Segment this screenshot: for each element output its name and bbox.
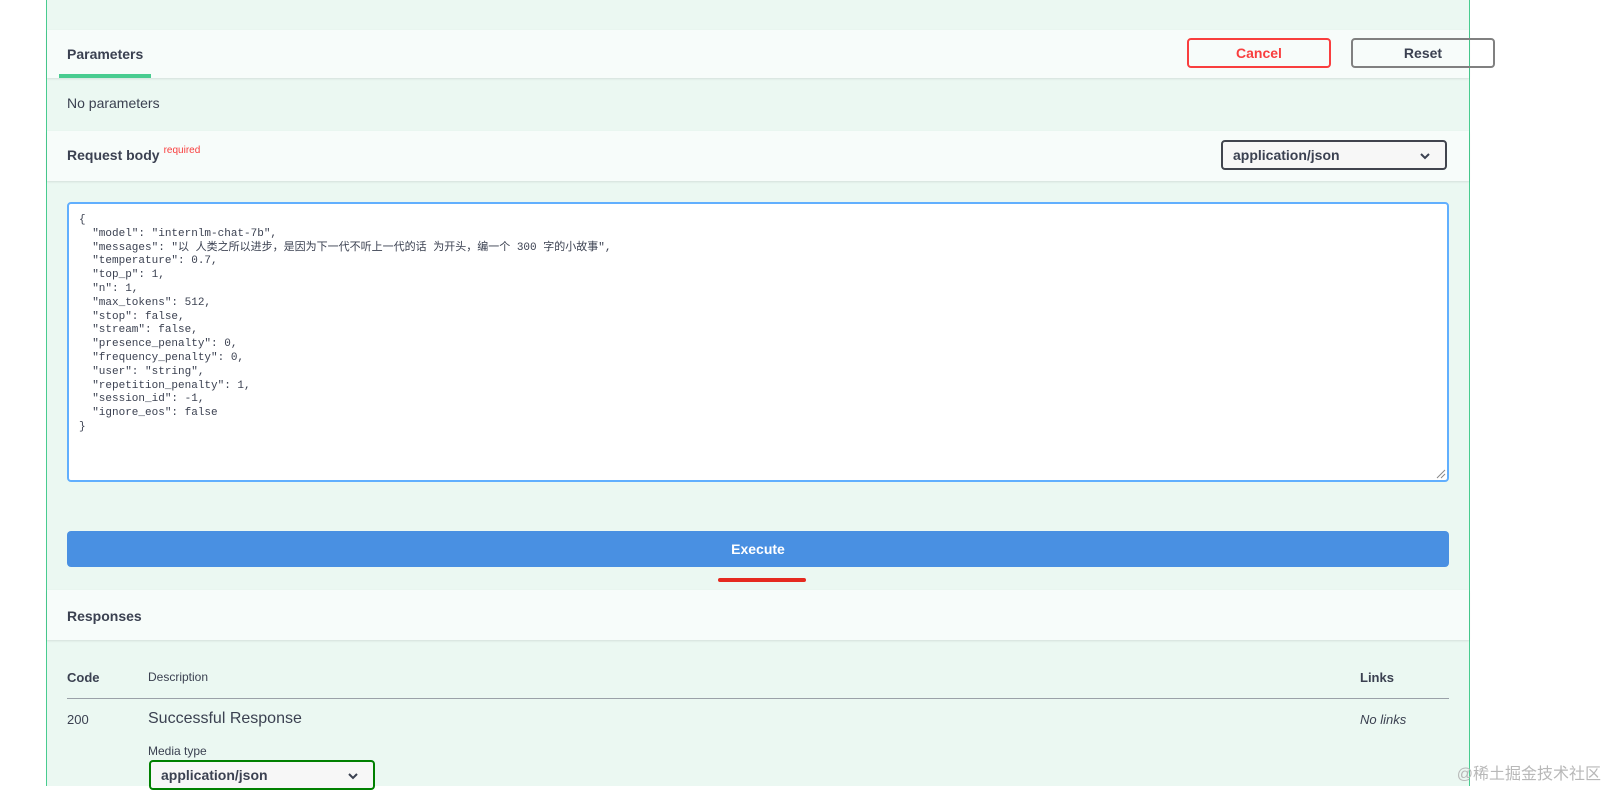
tab-parameters[interactable]: Parameters <box>67 46 143 62</box>
tab-active-indicator <box>59 74 151 78</box>
chevron-down-icon <box>348 773 358 780</box>
operation-block: Parameters Cancel Reset No parameters Re… <box>46 0 1495 790</box>
parameters-header: Parameters Cancel Reset <box>47 30 1495 78</box>
responses-header: Responses <box>47 590 1469 640</box>
chevron-down-icon <box>1420 153 1430 160</box>
responses-title: Responses <box>67 608 142 624</box>
media-type-label: Media type <box>148 744 207 758</box>
column-header-links: Links <box>1360 670 1394 685</box>
response-links: No links <box>1360 712 1407 727</box>
content-type-select[interactable]: application/json <box>1221 140 1447 170</box>
request-body-editor[interactable]: { "model": "internlm-chat-7b", "messages… <box>67 202 1449 482</box>
annotation-underline <box>718 578 806 582</box>
reset-button[interactable]: Reset <box>1351 38 1495 68</box>
request-body-header: Request body required application/json <box>47 131 1469 181</box>
cancel-button[interactable]: Cancel <box>1187 38 1331 68</box>
response-description: Successful Response <box>148 710 302 727</box>
content-type-value: application/json <box>1233 147 1340 163</box>
media-type-value: application/json <box>161 767 268 783</box>
no-parameters-text: No parameters <box>67 95 160 111</box>
execute-button[interactable]: Execute <box>67 531 1449 567</box>
column-header-code: Code <box>67 670 100 685</box>
watermark: @稀土掘金技术社区 <box>1456 766 1601 783</box>
request-body-title: Request body required <box>67 145 201 163</box>
request-body-label: Request body <box>67 147 160 163</box>
response-code: 200 <box>67 712 89 727</box>
column-header-description: Description <box>148 670 209 684</box>
resize-handle-icon[interactable] <box>1436 469 1446 479</box>
required-badge: required <box>163 145 201 156</box>
table-divider <box>67 698 1449 699</box>
